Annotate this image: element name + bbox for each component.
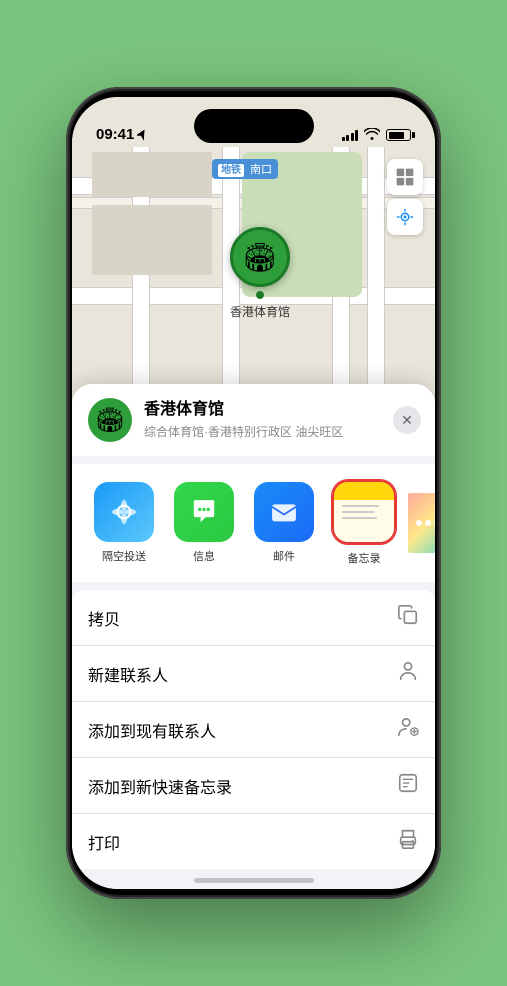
share-item-more[interactable] — [408, 493, 435, 553]
stadium-icon: 🏟 — [242, 241, 278, 274]
action-item-new-contact[interactable]: 新建联系人 — [72, 646, 435, 702]
more-dot-1 — [416, 520, 422, 526]
location-button[interactable] — [387, 199, 423, 235]
phone-screen: 09:41 — [72, 97, 435, 889]
signal-bar-3 — [351, 133, 354, 141]
map-controls — [387, 159, 423, 239]
more-dot-2 — [425, 520, 431, 526]
action-quick-note-label: 添加到新快速备忘录 — [88, 774, 232, 798]
notes-lines-container — [342, 505, 386, 519]
action-item-quick-note[interactable]: 添加到新快速备忘录 — [72, 758, 435, 814]
mail-icon — [267, 495, 301, 529]
quick-note-icon — [397, 772, 419, 799]
home-indicator — [194, 878, 314, 883]
more-icon-wrap — [408, 493, 435, 553]
person-icon — [397, 660, 419, 687]
status-icons — [342, 127, 412, 143]
bottom-sheet: 🏟 香港体育馆 综合体育馆·香港特别行政区 油尖旺区 ✕ — [72, 384, 435, 889]
battery-fill — [389, 132, 404, 139]
messages-icon — [187, 495, 221, 529]
venue-header-icon: 🏟 — [88, 398, 132, 442]
battery-icon — [386, 129, 411, 141]
action-list: 拷贝 新建联系人 — [72, 590, 435, 869]
venue-header: 🏟 香港体育馆 综合体育馆·香港特别行政区 油尖旺区 ✕ — [72, 384, 435, 456]
signal-bar-4 — [355, 130, 358, 141]
signal-bar-2 — [346, 135, 349, 141]
print-icon — [397, 828, 419, 855]
venue-subtitle: 综合体育馆·香港特别行政区 油尖旺区 — [144, 423, 419, 440]
airdrop-icon-wrap — [94, 482, 154, 542]
wifi-icon — [364, 127, 380, 143]
phone-frame: 09:41 — [66, 87, 441, 899]
signal-bars — [342, 129, 359, 141]
share-item-notes[interactable]: 备忘录 — [328, 480, 400, 566]
share-item-airdrop[interactable]: 隔空投送 — [88, 482, 160, 564]
mail-label: 邮件 — [273, 548, 295, 564]
venue-pin[interactable]: 🏟 香港体育馆 — [230, 227, 290, 320]
notes-icon-wrap — [332, 480, 396, 544]
sharing-row: 隔空投送 信息 — [72, 464, 435, 582]
more-dot-3 — [434, 520, 435, 526]
action-new-contact-label: 新建联系人 — [88, 662, 168, 686]
map-block-3 — [92, 152, 212, 197]
status-time: 09:41 — [96, 126, 147, 143]
action-item-add-contact[interactable]: 添加到现有联系人 — [72, 702, 435, 758]
airdrop-icon — [108, 496, 140, 528]
venue-name: 香港体育馆 — [144, 400, 419, 421]
messages-label: 信息 — [193, 548, 215, 564]
venue-info: 香港体育馆 综合体育馆·香港特别行政区 油尖旺区 — [144, 400, 419, 440]
mail-icon-wrap — [254, 482, 314, 542]
share-item-messages[interactable]: 信息 — [168, 482, 240, 564]
notes-line-1 — [342, 505, 379, 507]
time-display: 09:41 — [96, 126, 134, 143]
venue-pin-dot — [256, 291, 264, 299]
share-item-mail[interactable]: 邮件 — [248, 482, 320, 564]
dynamic-island — [194, 109, 314, 143]
person-add-icon — [397, 716, 419, 743]
venue-pin-circle: 🏟 — [230, 227, 290, 287]
location-arrow-icon — [137, 129, 147, 141]
close-button[interactable]: ✕ — [393, 406, 421, 434]
action-item-copy[interactable]: 拷贝 — [72, 590, 435, 646]
map-block-1 — [92, 205, 212, 275]
action-print-label: 打印 — [88, 830, 120, 854]
copy-icon — [397, 604, 419, 631]
notes-yellow-top — [334, 482, 394, 500]
venue-pin-label: 香港体育馆 — [230, 303, 290, 320]
notes-label: 备忘录 — [348, 550, 381, 566]
action-copy-label: 拷贝 — [88, 606, 120, 630]
signal-bar-1 — [342, 137, 345, 141]
action-item-print[interactable]: 打印 — [72, 814, 435, 869]
notes-line-3 — [342, 517, 377, 519]
venue-header-stadium-icon: 🏟 — [95, 406, 125, 435]
messages-icon-wrap — [174, 482, 234, 542]
map-metro-label: 地铁 南口 — [212, 159, 278, 179]
notes-line-2 — [342, 511, 375, 513]
action-add-contact-label: 添加到现有联系人 — [88, 718, 216, 742]
more-dots — [416, 520, 435, 526]
airdrop-label: 隔空投送 — [102, 548, 146, 564]
map-type-button[interactable] — [387, 159, 423, 195]
